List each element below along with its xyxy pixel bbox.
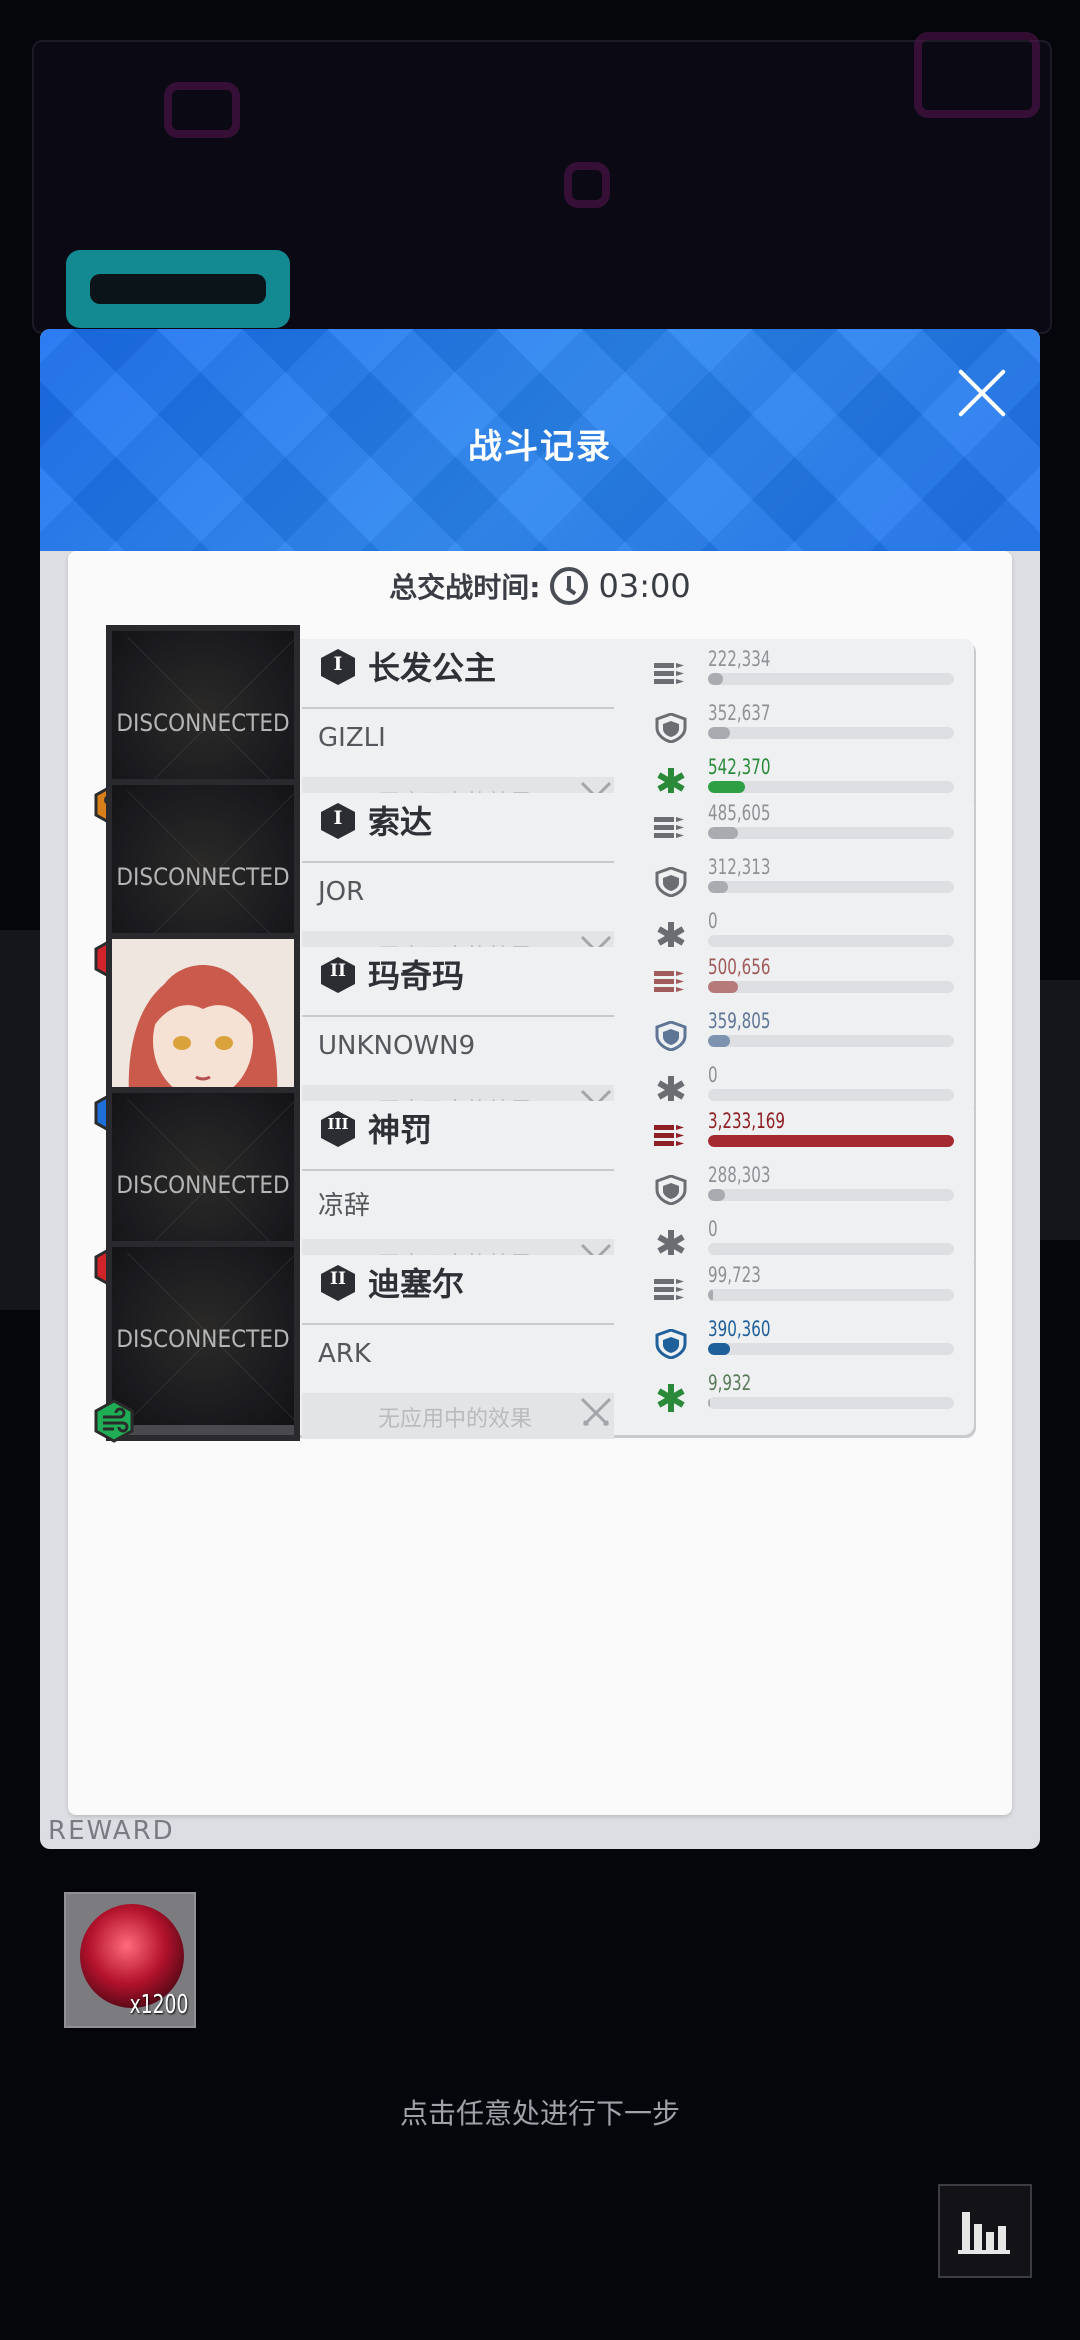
unit-record-row: DISCONNECTED II 迪塞尔 ARK 无应用中的效果 99,723 3… [94,1241,976,1443]
battle-record-modal: 战斗记录 总交战时间: 03:00 DISCONNECTED I 长发公主 GI… [40,329,1040,1849]
player-name: JOR [318,877,365,907]
defense-bar [708,881,954,893]
damage-bar [708,981,954,993]
disconnected-label: DISCONNECTED [116,863,290,891]
total-time-value: 03:00 [598,567,691,605]
defense-bar [708,1189,954,1201]
defense-bar [708,1343,954,1355]
character-name: 迪塞尔 [368,1265,465,1303]
rank-badge: II [318,1263,358,1303]
clock-icon [550,567,589,605]
continue-hint[interactable]: 点击任意处进行下一步 [0,2092,1080,2132]
damage-icon [654,1121,688,1151]
player-name: GIZLI [318,723,386,753]
crossed-swords-icon [578,1395,614,1431]
damage-value: 3,233,169 [708,1109,785,1133]
background-mech-silhouette [0,930,40,1310]
player-name: UNKNOWN9 [318,1031,476,1061]
defense-icon [654,1174,688,1206]
damage-icon [654,659,688,689]
heal-value: 0 [708,909,718,933]
damage-value: 485,605 [708,801,771,825]
modal-header: 战斗记录 [40,329,1040,551]
defense-icon [654,1328,688,1360]
total-time-label: 总交战时间: [389,571,541,604]
damage-value: 222,334 [708,647,771,671]
disconnected-label: DISCONNECTED [116,709,290,737]
defense-value: 359,805 [708,1009,771,1033]
pink-glow-shape [564,162,610,208]
defense-icon [654,1020,688,1052]
heal-value: 9,932 [708,1371,752,1395]
pink-glow-shape [914,32,1040,118]
defense-icon [654,866,688,898]
close-icon[interactable] [954,365,1010,421]
heal-bar [708,1397,954,1409]
heal-value: 0 [708,1217,718,1241]
damage-icon [654,967,688,997]
disconnected-label: DISCONNECTED [116,1325,290,1353]
background-mech-silhouette [1040,980,1080,1240]
damage-value: 500,656 [708,955,771,979]
bar-chart-icon [958,2212,1010,2254]
defense-icon [654,712,688,744]
pink-glow-shape [164,82,240,138]
rank-badge: III [318,1109,358,1149]
defense-value: 288,303 [708,1163,771,1187]
character-name: 索达 [368,803,433,841]
rank-badge: I [318,647,358,687]
heal-icon [654,1383,688,1413]
reward-item[interactable]: x1200 [64,1892,196,2028]
damage-bar [708,1135,954,1147]
defense-value: 352,637 [708,701,771,725]
rank-numeral: II [330,961,346,981]
effect-label: 无应用中的效果 [378,1407,533,1432]
reward-count: x1200 [129,1990,188,2020]
effect-status: 无应用中的效果 [302,1393,614,1439]
disconnected-label: DISCONNECTED [116,1171,290,1199]
rank-badge: I [318,801,358,841]
damage-value: 99,723 [708,1263,761,1287]
teal-name-tag [66,250,290,328]
heal-value: 0 [708,1063,718,1087]
player-name: 凉辞 [318,1191,371,1221]
record-panel: 总交战时间: 03:00 DISCONNECTED I 长发公主 GIZLI 无… [68,551,1012,1815]
damage-bar [708,1289,954,1301]
character-name: 玛奇玛 [368,957,465,995]
character-name: 长发公主 [368,649,497,687]
modal-title: 战斗记录 [468,427,612,467]
heal-value: 542,370 [708,755,771,779]
character-name: 神罚 [368,1111,433,1149]
damage-icon [654,813,688,843]
total-battle-time: 总交战时间: 03:00 [68,561,1012,611]
rank-numeral: I [333,653,343,675]
defense-bar [708,727,954,739]
rank-numeral: I [333,807,343,829]
defense-bar [708,1035,954,1047]
rank-numeral: III [327,1115,349,1133]
player-name: ARK [318,1339,371,1369]
wind-element-icon [92,1399,136,1443]
reward-heading: REWARD [48,1816,175,1846]
defense-value: 312,313 [708,855,771,879]
rank-numeral: II [330,1269,346,1289]
stats-button[interactable] [938,2184,1032,2278]
damage-bar [708,673,954,685]
damage-icon [654,1275,688,1305]
defense-value: 390,360 [708,1317,771,1341]
damage-bar [708,827,954,839]
rank-badge: II [318,955,358,995]
